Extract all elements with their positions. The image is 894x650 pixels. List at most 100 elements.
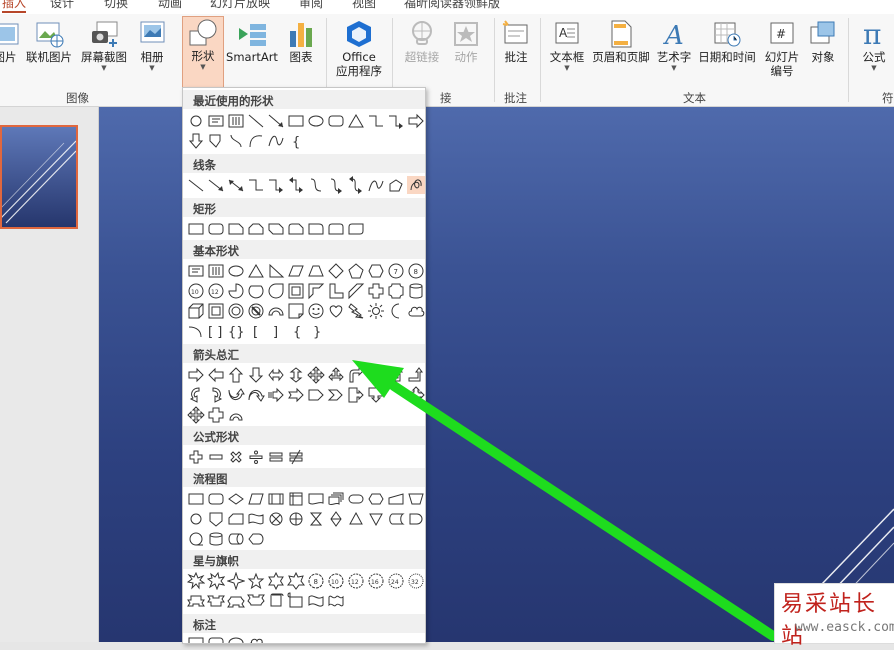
- cloud-callout-icon[interactable]: [247, 636, 265, 644]
- arc-shape-icon[interactable]: [187, 322, 205, 340]
- slide-thumbnail-pane[interactable]: [0, 107, 99, 642]
- flowchart-display-icon[interactable]: [247, 530, 265, 548]
- equal-shape-icon[interactable]: [267, 448, 285, 466]
- no-symbol-shape-icon[interactable]: [247, 302, 265, 320]
- plus-shape-icon[interactable]: [187, 448, 205, 466]
- curved-left-arrow-shape-icon[interactable]: [207, 386, 225, 404]
- elbow-connector-shape-icon[interactable]: [247, 176, 265, 194]
- left-brace-shape-icon[interactable]: {: [287, 322, 305, 340]
- flowchart-offpage-connector-icon[interactable]: [207, 510, 225, 528]
- diagonal-stripe-shape-icon[interactable]: [347, 282, 365, 300]
- flowchart-alternate-process-icon[interactable]: [207, 490, 225, 508]
- flowchart-process-icon[interactable]: [187, 490, 205, 508]
- teardrop-shape-icon[interactable]: [267, 282, 285, 300]
- flowchart-terminator-icon[interactable]: [347, 490, 365, 508]
- right-arrow-callout-shape-icon[interactable]: [347, 386, 365, 404]
- flowchart-preparation-icon[interactable]: [367, 490, 385, 508]
- object-button[interactable]: 对象: [806, 18, 840, 84]
- right-arrow-shape-icon[interactable]: [407, 112, 425, 130]
- snip-corner-rect-shape-icon[interactable]: [227, 220, 245, 238]
- not-equal-shape-icon[interactable]: [287, 448, 305, 466]
- flowchart-decision-icon[interactable]: [227, 490, 245, 508]
- star12-shape-icon[interactable]: 12: [347, 572, 365, 590]
- tab-slideshow[interactable]: 幻灯片放映: [210, 0, 270, 11]
- rounded-callout-icon[interactable]: [207, 636, 225, 644]
- line-shape-icon[interactable]: [187, 176, 205, 194]
- flowchart-delay-icon[interactable]: [407, 510, 425, 528]
- curved-connector-shape-icon[interactable]: [307, 176, 325, 194]
- tab-design[interactable]: 设计: [50, 0, 74, 11]
- freeform-shape-icon[interactable]: [387, 176, 405, 194]
- flowchart-manual-input-icon[interactable]: [387, 490, 405, 508]
- dodecagon-shape-icon[interactable]: 12: [207, 282, 225, 300]
- flowchart-sequential-storage-icon[interactable]: [187, 530, 205, 548]
- bent-up-arrow-shape-icon[interactable]: [387, 366, 405, 384]
- left-up-arrow-shape-icon[interactable]: [407, 366, 425, 384]
- plaque-shape-icon[interactable]: [387, 282, 405, 300]
- brace-shape-icon[interactable]: {: [287, 132, 305, 150]
- star5-shape-icon[interactable]: [247, 572, 265, 590]
- round-diagonal-rect-shape-icon[interactable]: [347, 220, 365, 238]
- plus-arrow-shape-icon[interactable]: [207, 406, 225, 424]
- double-brace-shape-icon[interactable]: {}: [227, 322, 245, 340]
- flowchart-merge-icon[interactable]: [367, 510, 385, 528]
- ellipse-shape-icon[interactable]: [227, 262, 245, 280]
- snip-diagonal-rect-shape-icon[interactable]: [267, 220, 285, 238]
- picture-button[interactable]: 图片: [0, 18, 19, 84]
- header-footer-button[interactable]: 页眉和页脚: [590, 18, 652, 84]
- star10-shape-icon[interactable]: 10: [327, 572, 345, 590]
- elbow-arrow-shape-icon[interactable]: [267, 176, 285, 194]
- textbox-shape-icon[interactable]: [187, 262, 205, 280]
- diamond-shape-icon[interactable]: [327, 262, 345, 280]
- decagon-shape-icon[interactable]: 10: [187, 282, 205, 300]
- oval-shape-icon[interactable]: [187, 112, 205, 130]
- chevron-shape-icon[interactable]: [327, 386, 345, 404]
- curved-down-ribbon-shape-icon[interactable]: [247, 592, 265, 610]
- star7-shape-icon[interactable]: [287, 572, 305, 590]
- curved-up-ribbon-shape-icon[interactable]: [227, 592, 245, 610]
- flowchart-predefined-process-icon[interactable]: [267, 490, 285, 508]
- double-arrow-line-shape-icon[interactable]: [227, 176, 245, 194]
- round-same-side-rect-shape-icon[interactable]: [327, 220, 345, 238]
- can-shape-icon[interactable]: [407, 282, 425, 300]
- flowchart-multidocument-icon[interactable]: [327, 490, 345, 508]
- moon-shape-icon[interactable]: [387, 302, 405, 320]
- pentagon-arrow-shape-icon[interactable]: [207, 132, 225, 150]
- trapezoid-shape-icon[interactable]: [307, 262, 325, 280]
- donut-shape-icon[interactable]: [227, 302, 245, 320]
- right-triangle-shape-icon[interactable]: [267, 262, 285, 280]
- star16-shape-icon[interactable]: 16: [367, 572, 385, 590]
- cross-shape-icon[interactable]: [367, 282, 385, 300]
- ellipse-shape-icon[interactable]: [307, 112, 325, 130]
- star6-shape-icon[interactable]: [267, 572, 285, 590]
- wave-line-shape-icon[interactable]: [267, 132, 285, 150]
- elbow-connector-shape-icon[interactable]: [367, 112, 385, 130]
- left-right-arrow-shape-icon[interactable]: [267, 366, 285, 384]
- down-arrow-callout-shape-icon[interactable]: [367, 386, 385, 404]
- up-down-arrow-shape-icon[interactable]: [287, 366, 305, 384]
- flowchart-connector-icon[interactable]: [187, 510, 205, 528]
- horizontal-scroll-shape-icon[interactable]: [287, 592, 305, 610]
- right-bracket-shape-icon[interactable]: ]: [267, 322, 285, 340]
- flowchart-sort-icon[interactable]: [327, 510, 345, 528]
- block-arc-shape-icon[interactable]: [267, 302, 285, 320]
- frame-shape-icon[interactable]: [287, 282, 305, 300]
- up-ribbon-shape-icon[interactable]: [187, 592, 205, 610]
- rounded-rect-shape-icon[interactable]: [327, 112, 345, 130]
- shapes-gallery[interactable]: 最近使用的形状 { 线条 矩形 基本形状 7 8 10 12 [] {} […: [182, 87, 426, 644]
- bevel-shape-icon[interactable]: [207, 302, 225, 320]
- flowchart-card-icon[interactable]: [227, 510, 245, 528]
- flowchart-collate-icon[interactable]: [307, 510, 325, 528]
- pentagon-shape-icon[interactable]: [347, 262, 365, 280]
- flowchart-data-icon[interactable]: [247, 490, 265, 508]
- wordart-button[interactable]: A 艺术字 ▼: [654, 18, 694, 84]
- screenshot-button[interactable]: 屏幕截图 ▼: [80, 18, 128, 84]
- flowchart-magnetic-disk-icon[interactable]: [207, 530, 225, 548]
- circular-arrow-shape-icon[interactable]: [227, 406, 245, 424]
- triangle-shape-icon[interactable]: [347, 112, 365, 130]
- oval-callout-icon[interactable]: [227, 636, 245, 644]
- arrow-line-shape-icon[interactable]: [267, 112, 285, 130]
- rounded-rect-shape-icon[interactable]: [207, 220, 225, 238]
- elbow-arrow-shape-icon[interactable]: [387, 112, 405, 130]
- star24-shape-icon[interactable]: 24: [387, 572, 405, 590]
